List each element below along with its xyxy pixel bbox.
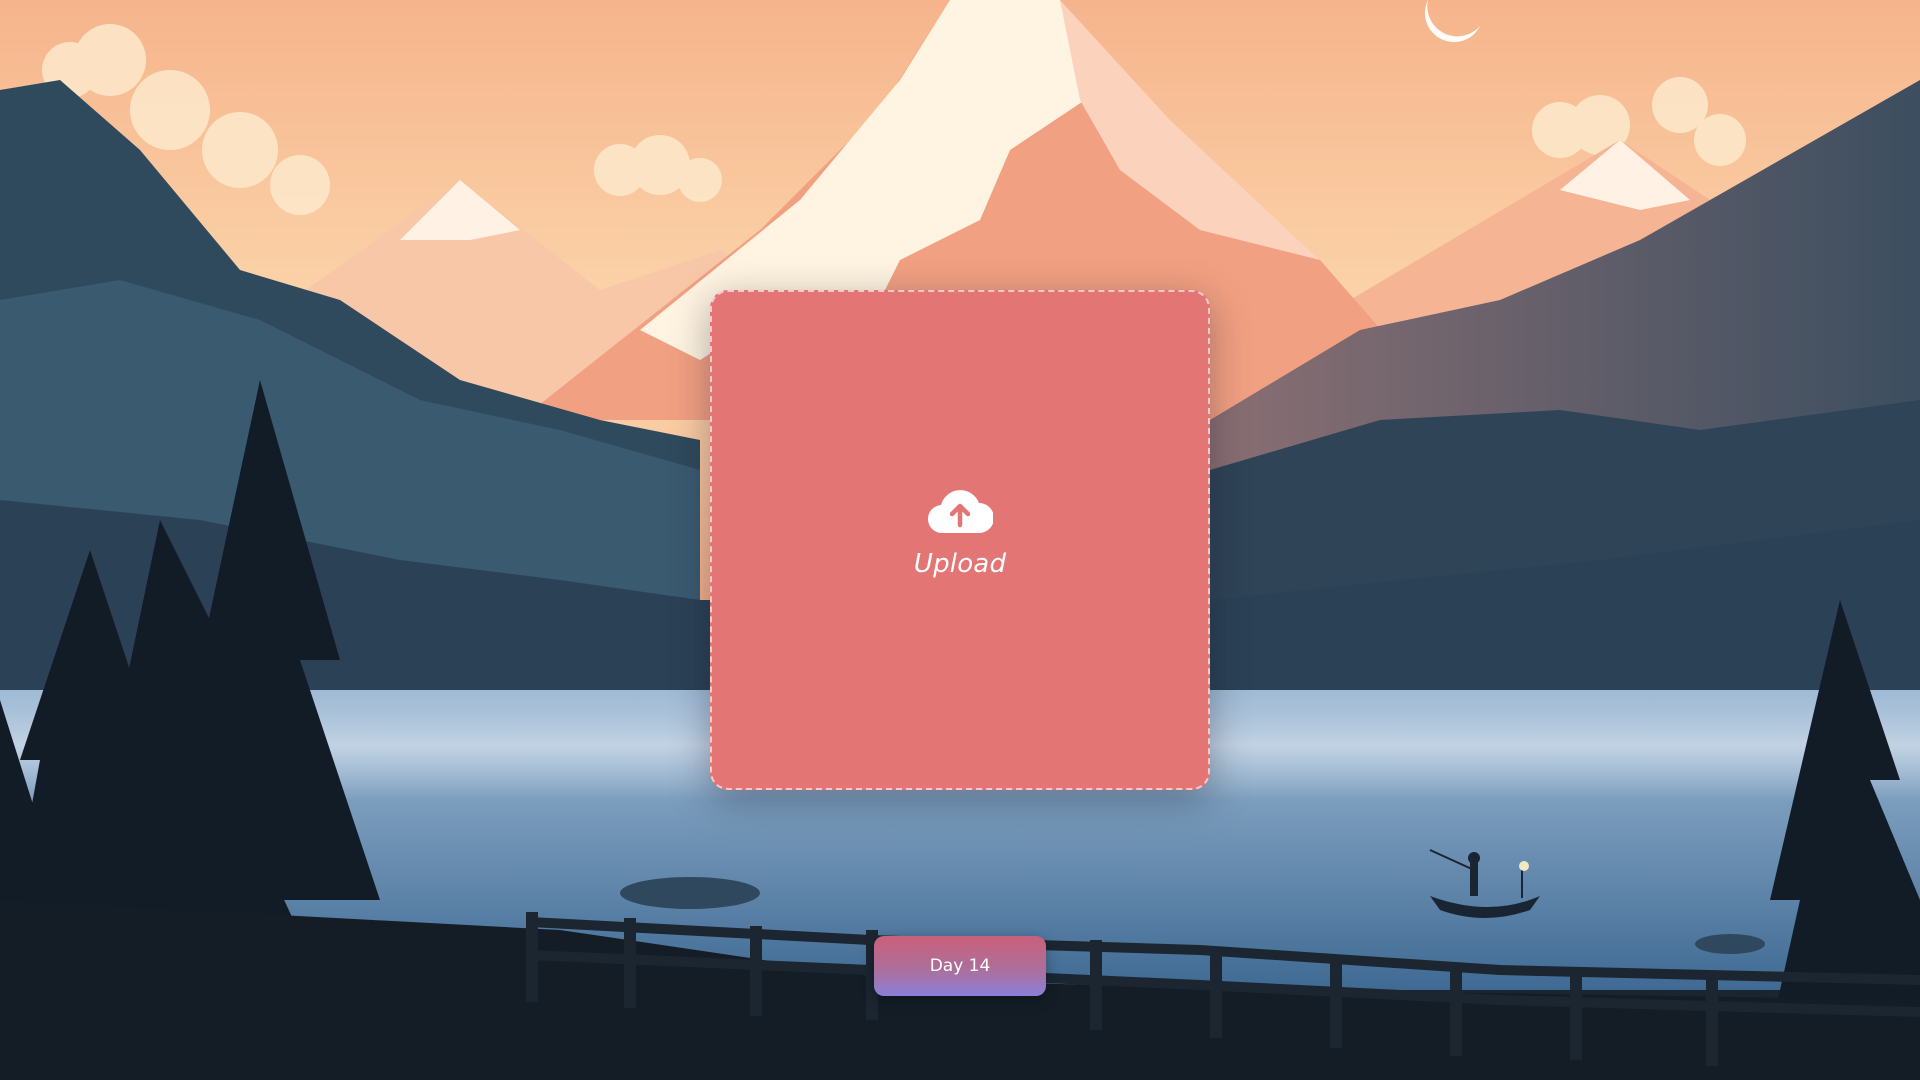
upload-dropzone[interactable]: Upload bbox=[710, 290, 1210, 790]
day-button[interactable]: Day 14 bbox=[874, 936, 1046, 996]
cloud-upload-icon bbox=[927, 490, 993, 534]
upload-label: Upload bbox=[913, 549, 1007, 579]
